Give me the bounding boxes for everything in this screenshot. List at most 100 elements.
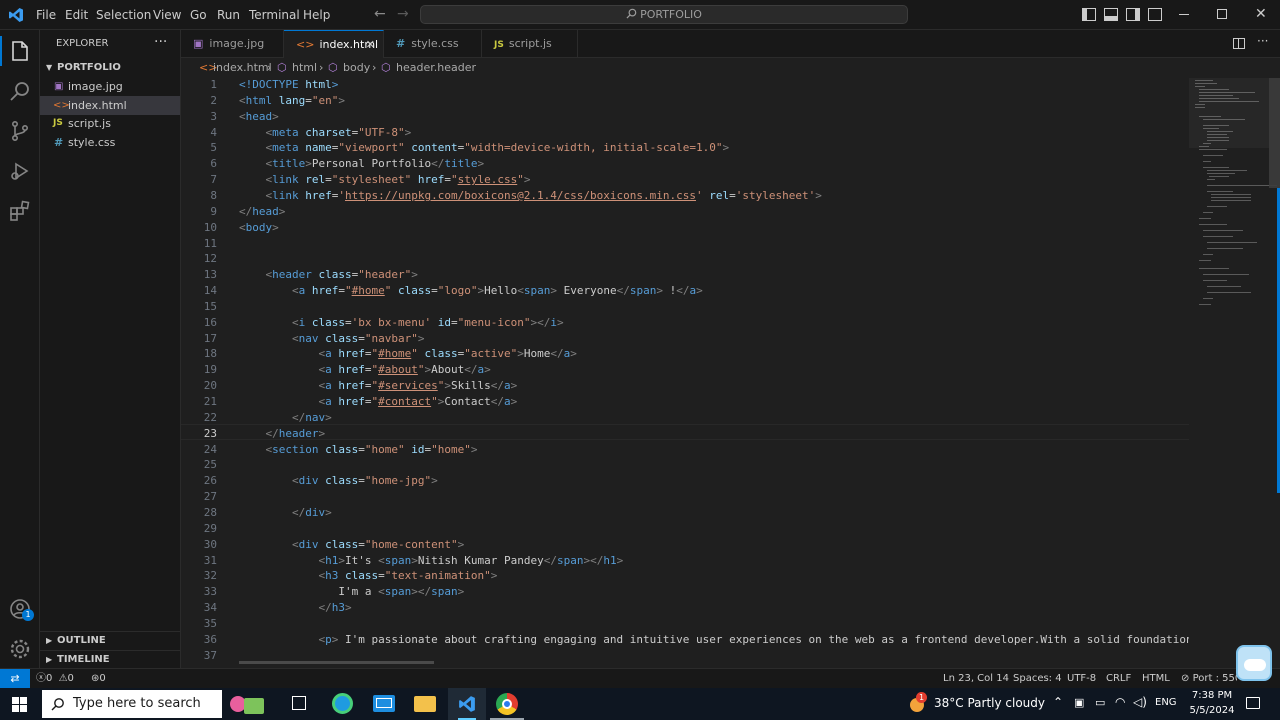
vscode-taskbar-button[interactable] xyxy=(448,688,486,720)
windows-start-icon[interactable] xyxy=(12,697,27,712)
code-line[interactable]: <header class="header"> xyxy=(239,268,418,281)
code-line[interactable]: <body> xyxy=(239,221,279,234)
run-debug-icon[interactable] xyxy=(8,159,32,183)
timeline-section[interactable]: ▶ TIMELINE xyxy=(40,650,180,668)
weather-text[interactable]: 38°C Partly cloudy xyxy=(934,696,1045,710)
extensions-icon[interactable] xyxy=(8,199,32,223)
code-line[interactable]: <p> I'm passionate about crafting engagi… xyxy=(239,633,1189,646)
more-actions-icon[interactable]: ··· xyxy=(1257,34,1268,48)
code-line[interactable]: <h1>It's <span>Nitish Kumar Pandey</span… xyxy=(239,554,623,567)
code-line[interactable]: <section class="home" id="home"> xyxy=(239,443,478,456)
menu-view[interactable]: View xyxy=(153,0,181,30)
breadcrumb-file[interactable]: index.html xyxy=(213,58,272,78)
code-line[interactable]: <div class="home-content"> xyxy=(239,538,464,551)
file-index-html[interactable]: <> index.html xyxy=(40,96,180,115)
folder-portfolio[interactable]: ▼ PORTFOLIO xyxy=(40,59,180,77)
code-line[interactable]: <meta name="viewport" content="width=dev… xyxy=(239,141,730,154)
file-image-jpg[interactable]: ▣ image.jpg xyxy=(40,77,180,96)
menu-file[interactable]: File xyxy=(36,0,56,30)
explorer-icon[interactable] xyxy=(8,39,32,63)
code-line[interactable]: </nav> xyxy=(239,411,332,424)
encoding[interactable]: UTF-8 xyxy=(1067,669,1096,688)
chrome-browser-icon[interactable] xyxy=(496,693,518,715)
code-line[interactable]: <a href="#home" class="active">Home</a> xyxy=(239,347,576,360)
back-arrow-icon[interactable]: ← xyxy=(374,6,386,22)
task-view-icon[interactable] xyxy=(292,696,306,710)
menu-edit[interactable]: Edit xyxy=(65,0,88,30)
customize-layout-icon[interactable] xyxy=(1148,8,1162,21)
close-tab-icon[interactable]: ✕ xyxy=(366,31,375,59)
weather-icon[interactable]: 1 xyxy=(908,692,932,714)
code-editor[interactable]: 1 <!DOCTYPE html> 2 <html lang="en"> 3 <head>… xyxy=(181,78,1189,664)
cloud-app-icon[interactable] xyxy=(1236,645,1272,681)
indentation[interactable]: Spaces: 4 xyxy=(1013,669,1062,688)
tab-index-html[interactable]: <> index.html ✕ xyxy=(284,30,384,58)
outline-section[interactable]: ▶ OUTLINE xyxy=(40,631,180,649)
code-line[interactable]: <a href="#services">Skills</a> xyxy=(239,379,517,392)
code-line[interactable]: <meta charset="UTF-8"> xyxy=(239,126,412,139)
battery-icon[interactable]: ▭ xyxy=(1095,696,1105,709)
volume-icon[interactable]: ◁) xyxy=(1133,695,1147,709)
wifi-icon[interactable]: ◠ xyxy=(1115,695,1125,709)
breadcrumb-html[interactable]: html xyxy=(292,58,317,78)
code-line[interactable]: <title>Personal Portfolio</title> xyxy=(239,157,485,170)
input-language[interactable]: ENG xyxy=(1155,697,1177,708)
file-explorer-icon[interactable] xyxy=(414,696,436,712)
code-line[interactable]: <a href="#home" class="logo">Hello<span>… xyxy=(239,284,703,297)
code-line[interactable]: <link href='https://unpkg.com/boxicons@2… xyxy=(239,189,822,202)
toggle-panel-icon[interactable] xyxy=(1104,8,1118,21)
chevron-up-icon[interactable]: ⌃ xyxy=(1053,695,1063,709)
live-server-port[interactable]: ⊘ Port : 5500 xyxy=(1181,669,1237,688)
file-style-css[interactable]: # style.css xyxy=(40,133,180,152)
edge-browser-icon[interactable] xyxy=(332,693,353,714)
search-highlight-icon[interactable] xyxy=(226,692,270,716)
remote-indicator-icon[interactable]: ⇄ xyxy=(0,669,30,688)
tab-style-css[interactable]: # style.css xyxy=(384,30,482,58)
code-line[interactable]: <i class='bx bx-menu' id="menu-icon"></i… xyxy=(239,316,564,329)
mail-icon[interactable] xyxy=(373,695,395,712)
code-line[interactable]: <html lang="en"> xyxy=(239,94,345,107)
code-line[interactable]: <link rel="stylesheet" href="style.css"> xyxy=(239,173,531,186)
menu-help[interactable]: Help xyxy=(303,0,330,30)
breadcrumb-body[interactable]: body xyxy=(343,58,370,78)
horizontal-scrollbar[interactable] xyxy=(239,661,434,664)
minimap[interactable] xyxy=(1189,78,1280,664)
code-line[interactable]: <!DOCTYPE html> xyxy=(239,78,338,91)
minimize-icon[interactable] xyxy=(1179,14,1189,15)
toggle-primary-sidebar-icon[interactable] xyxy=(1082,8,1096,21)
tab-image-jpg[interactable]: ▣ image.jpg xyxy=(181,30,284,58)
code-line[interactable]: I'm a <span></span> xyxy=(239,585,464,598)
meet-icon[interactable]: ▣ xyxy=(1074,696,1084,709)
menu-terminal[interactable]: Terminal xyxy=(249,0,300,30)
problems-indicator[interactable]: ⓧ0 ⚠0 xyxy=(36,669,74,688)
tab-script-js[interactable]: JS script.js xyxy=(482,30,578,58)
code-line[interactable]: <head> xyxy=(239,110,279,123)
menu-selection[interactable]: Selection xyxy=(96,0,151,30)
toggle-secondary-sidebar-icon[interactable] xyxy=(1126,8,1140,21)
code-line[interactable]: </header> xyxy=(239,427,326,440)
breadcrumb-header[interactable]: header.header xyxy=(396,58,476,78)
menu-run[interactable]: Run xyxy=(217,0,240,30)
code-line[interactable]: <nav class="navbar"> xyxy=(239,332,424,345)
language-mode[interactable]: HTML xyxy=(1142,669,1170,688)
code-line[interactable]: </head> xyxy=(239,205,285,218)
clock-time[interactable]: 7:38 PM xyxy=(1191,690,1233,701)
code-line[interactable]: <h3 class="text-animation"> xyxy=(239,569,497,582)
menu-go[interactable]: Go xyxy=(190,0,207,30)
code-line[interactable]: </div> xyxy=(239,506,332,519)
clock-date[interactable]: 5/5/2024 xyxy=(1187,705,1237,716)
more-actions-icon[interactable]: ··· xyxy=(154,34,167,50)
file-script-js[interactable]: JS script.js xyxy=(40,114,180,133)
end-of-line[interactable]: CRLF xyxy=(1106,669,1131,688)
settings-gear-icon[interactable] xyxy=(8,637,32,661)
forward-arrow-icon[interactable]: → xyxy=(397,6,409,22)
maximize-icon[interactable] xyxy=(1217,9,1227,19)
taskbar-search-box[interactable]: Type here to search xyxy=(42,690,222,718)
code-line[interactable]: <a href="#about">About</a> xyxy=(239,363,490,376)
search-icon[interactable] xyxy=(8,79,32,103)
cursor-position[interactable]: Ln 23, Col 14 xyxy=(943,669,1009,688)
code-line[interactable]: <a href="#contact">Contact</a> xyxy=(239,395,517,408)
code-line[interactable]: </h3> xyxy=(239,601,351,614)
split-editor-icon[interactable] xyxy=(1233,38,1245,49)
code-line[interactable]: <div class="home-jpg"> xyxy=(239,474,438,487)
